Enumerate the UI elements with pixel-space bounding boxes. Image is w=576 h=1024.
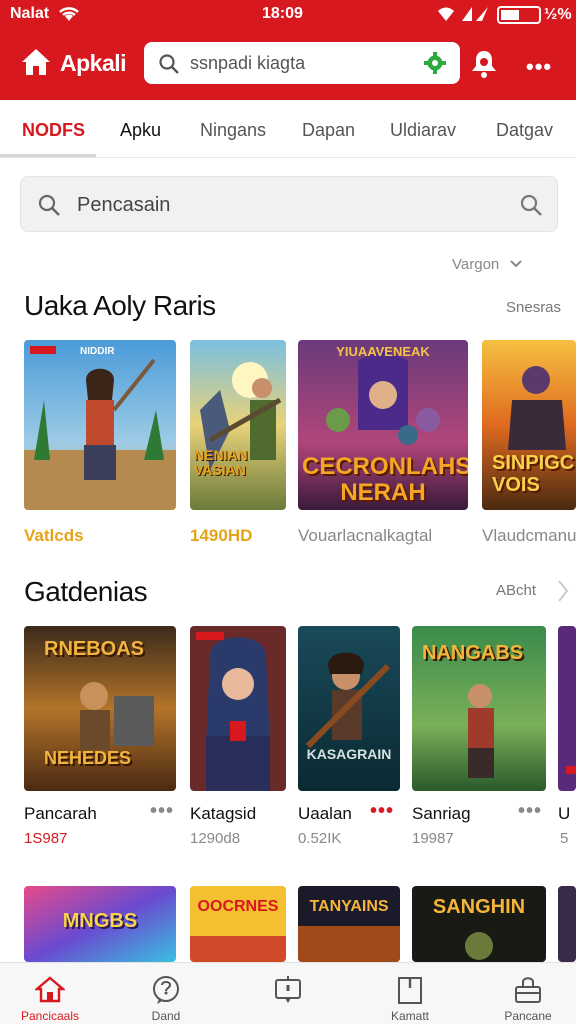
card-art-title: KASAGRAIN (306, 746, 392, 762)
card-name: Katagsid (190, 804, 257, 823)
card-art-title: NIDDIR (80, 346, 115, 357)
section-title-1: Uaka Aoly Raris (24, 290, 216, 321)
nav-item-bookmarks[interactable]: Kamatt (370, 963, 450, 1024)
card-art-title: SINPIGC VOIS (492, 452, 575, 496)
section-2-see-all-link[interactable]: ABcht (496, 582, 536, 599)
message-icon (273, 975, 303, 1010)
card-art-title: CECRONLAHS NERAH (302, 453, 468, 506)
app-card[interactable]: SANGHIN (412, 886, 546, 962)
nav-item-messages[interactable] (248, 963, 328, 1024)
app-header-row: Apkali ssnpadi kiagta ••• (0, 38, 576, 88)
card-caption: Vatlcds (24, 526, 84, 545)
card-more-icon[interactable]: ••• (518, 800, 542, 823)
tab-dapan[interactable]: Dapan (302, 120, 355, 141)
tab-ningans[interactable]: Ningans (200, 120, 266, 141)
card-badge (30, 346, 56, 354)
status-bar: Nalat 18:09 ½% (0, 0, 576, 30)
chat-bubble-icon (151, 975, 181, 1010)
section-title-2: Gatdenias (24, 576, 148, 607)
app-card[interactable]: NANGABS (412, 626, 546, 791)
app-card[interactable]: RNEBOAS NEHEDES (24, 626, 176, 791)
card-caption: Vouarlacnalkagtal (298, 526, 433, 545)
search-placeholder: Pencasain (77, 194, 171, 216)
search-submit-icon[interactable] (519, 193, 543, 222)
nav-item-bag[interactable]: Pancane (488, 963, 568, 1024)
card-art-title: SANGHIN (432, 896, 526, 918)
app-card[interactable] (558, 626, 576, 791)
version-label: Vargon (452, 256, 500, 273)
card-art-title: RNEBOAS (44, 638, 145, 660)
search-icon (37, 193, 61, 222)
app-title: Apkali (60, 50, 127, 76)
section-1-see-all-link[interactable]: Snesras (506, 299, 561, 316)
bag-icon (513, 975, 543, 1010)
version-dropdown[interactable]: Vargon (452, 256, 523, 273)
card-name: Pancarah (24, 804, 97, 823)
card-meta: 1290d8 (190, 830, 241, 847)
top-app-bar: Nalat 18:09 ½% Apkali ssnpadi kiagta ••• (0, 0, 576, 100)
bottom-navigation: Pancicaals Dand Kamatt Pancane (0, 962, 576, 1024)
signal-icon (436, 5, 496, 28)
content-search-input[interactable]: Pencasain (20, 176, 558, 232)
home-icon (33, 975, 67, 1008)
bookmark-icon (396, 975, 424, 1010)
nav-label: Kamatt (390, 1009, 429, 1023)
tab-uldiarav[interactable]: Uldiarav (390, 120, 456, 141)
more-options-icon[interactable]: ••• (526, 54, 552, 80)
nav-label: Pancane (504, 1009, 552, 1023)
card-meta: 0.52IK (298, 830, 342, 847)
battery-icon (497, 6, 541, 24)
card-name: Uaalan (298, 804, 352, 823)
notification-icon[interactable] (470, 48, 498, 83)
card-meta: 19987 (412, 830, 454, 847)
nav-item-chat[interactable]: Dand (126, 963, 206, 1024)
card-art-title: TANYAINS (309, 898, 389, 915)
app-card[interactable]: TANYAINS (298, 886, 400, 962)
app-card[interactable]: MNGBS (24, 886, 176, 962)
search-icon (158, 53, 180, 80)
active-tab-indicator (0, 154, 96, 157)
app-card[interactable] (190, 626, 286, 791)
card-caption: Vlaudcmanu (482, 526, 576, 545)
card-meta: 5 (560, 830, 569, 847)
card-more-icon[interactable]: ••• (150, 800, 174, 823)
app-card[interactable]: KASAGRAIN (298, 626, 400, 791)
clock: 18:09 (262, 5, 303, 22)
card-art-title: NENIAN VASIAN (194, 447, 248, 478)
home-icon[interactable] (20, 46, 52, 78)
app-card[interactable]: YIUAAVENEAK CECRONLAHS NERAH (298, 340, 468, 510)
chevron-down-icon (503, 256, 523, 273)
nav-label: Dand (151, 1009, 181, 1023)
card-caption: 1490HD (190, 526, 253, 545)
battery-label: ½% (544, 6, 572, 23)
header-search-input[interactable]: ssnpadi kiagta (144, 42, 460, 84)
card-name: Sanriag (412, 804, 471, 823)
card-name: U (558, 804, 571, 823)
app-card[interactable]: NENIAN VASIAN (190, 340, 286, 510)
header-search-value: ssnpadi kiagta (190, 53, 306, 73)
settings-gear-icon[interactable] (424, 52, 446, 79)
tab-datgav[interactable]: Datgav (496, 120, 553, 141)
chevron-right-icon[interactable] (556, 578, 570, 609)
app-card[interactable]: SINPIGC VOIS (482, 340, 576, 510)
card-more-icon[interactable]: ••• (370, 800, 394, 823)
category-tabs: NODFS Apku Ningans Dapan Uldiarav Datgav (0, 100, 576, 158)
nav-item-home[interactable]: Pancicaals (10, 963, 90, 1024)
wifi-icon (58, 6, 80, 27)
card-meta: 1S987 (24, 830, 68, 847)
nav-label: Pancicaals (20, 1009, 80, 1023)
card-art-title: OOCRNES (197, 898, 279, 915)
app-card[interactable]: NIDDIR (24, 340, 176, 510)
card-banner-text: YIUAAVENEAK (336, 344, 430, 359)
app-card[interactable]: OOCRNES (190, 886, 286, 962)
card-art-title: NANGABS (422, 642, 524, 664)
card-art-title: MNGBS (62, 910, 138, 932)
card-badge (196, 632, 224, 640)
tab-nodfs[interactable]: NODFS (22, 120, 85, 141)
tab-apku[interactable]: Apku (120, 120, 161, 141)
app-card[interactable] (558, 886, 576, 962)
carrier-label: Nalat (10, 5, 50, 22)
card-art-subtitle: NEHEDES (44, 748, 132, 768)
